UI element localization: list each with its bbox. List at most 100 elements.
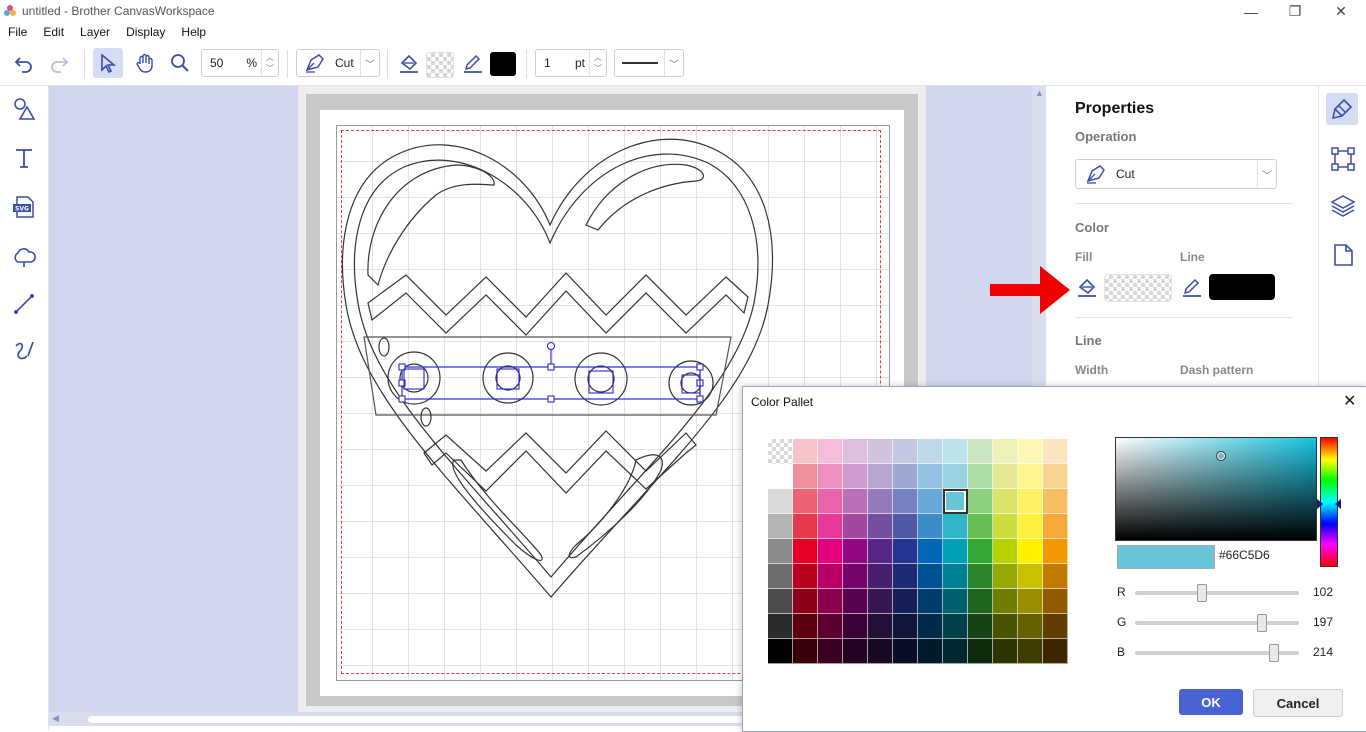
horizontal-scroll-thumb[interactable] [88,716,748,723]
color-swatch[interactable] [918,539,943,564]
color-swatch[interactable] [918,564,943,589]
color-swatch[interactable] [993,564,1018,589]
color-swatch[interactable] [843,464,868,489]
color-swatch[interactable] [893,464,918,489]
fill-color-button[interactable] [1075,275,1099,299]
color-swatch[interactable] [943,639,968,664]
color-swatch[interactable] [943,564,968,589]
color-swatch[interactable] [768,514,793,539]
color-swatch[interactable] [818,589,843,614]
color-swatch[interactable] [918,489,943,514]
color-swatch[interactable] [793,489,818,514]
shapes-tool-button[interactable] [9,94,39,124]
color-swatch[interactable] [793,464,818,489]
color-swatch[interactable] [818,489,843,514]
color-swatch[interactable] [818,514,843,539]
color-swatch[interactable] [1018,589,1043,614]
saturation-brightness-picker[interactable] [1115,437,1317,541]
color-swatch[interactable] [993,514,1018,539]
dash-pattern-dropdown[interactable]: ﹀ [614,49,684,77]
redo-button[interactable] [44,48,74,78]
color-swatch[interactable] [968,539,993,564]
color-swatch[interactable] [968,564,993,589]
select-tool-button[interactable] [93,48,123,78]
transform-tab-button[interactable] [1330,146,1356,172]
hue-pointer-icon[interactable] [1317,499,1341,509]
color-swatch[interactable] [1018,464,1043,489]
color-swatch[interactable] [768,589,793,614]
color-swatch[interactable] [918,589,943,614]
color-swatch[interactable] [793,589,818,614]
color-swatch[interactable] [868,639,893,664]
color-swatch[interactable] [968,489,993,514]
color-swatch[interactable] [943,539,968,564]
r-slider[interactable] [1135,591,1299,595]
menu-file[interactable]: File [0,23,35,43]
color-swatch[interactable] [843,439,868,464]
color-swatch[interactable] [1018,514,1043,539]
color-swatch[interactable] [1043,439,1068,464]
color-swatch[interactable] [943,489,968,514]
color-swatch[interactable] [768,489,793,514]
color-swatch[interactable] [918,464,943,489]
color-swatch[interactable] [968,464,993,489]
color-swatch[interactable] [793,639,818,664]
color-swatch[interactable] [943,439,968,464]
text-tool-button[interactable] [9,143,39,173]
color-swatch[interactable] [843,614,868,639]
svg-import-button[interactable]: SVG [9,192,39,222]
color-swatch[interactable] [793,514,818,539]
color-swatch[interactable] [1018,539,1043,564]
scroll-left-icon[interactable]: ◀ [52,713,59,724]
color-swatch[interactable] [893,614,918,639]
color-swatch[interactable] [793,614,818,639]
color-swatch[interactable] [1043,589,1068,614]
menu-help[interactable]: Help [173,23,214,43]
operation-select[interactable]: Cut ﹀ [1075,159,1277,189]
g-slider[interactable] [1135,621,1299,625]
color-swatch[interactable] [918,439,943,464]
color-swatch[interactable] [943,589,968,614]
color-swatch[interactable] [968,439,993,464]
color-swatch[interactable] [793,439,818,464]
color-swatch[interactable] [993,464,1018,489]
undo-button[interactable] [9,48,39,78]
color-swatch[interactable] [968,639,993,664]
color-swatch[interactable] [918,614,943,639]
line-width-stepper-arrows[interactable]: ︿ ﹀ [589,50,606,76]
color-swatch[interactable] [993,589,1018,614]
color-swatch[interactable] [993,539,1018,564]
b-slider-thumb[interactable] [1268,644,1279,662]
color-swatch[interactable] [768,639,793,664]
line-color-swatch[interactable] [1209,274,1275,300]
color-swatch[interactable] [893,564,918,589]
zoom-tool-button[interactable] [165,48,195,78]
page-tab-button[interactable] [1330,242,1356,268]
zoom-stepper[interactable]: 50 % ︿ ﹀ [201,49,279,77]
color-swatch[interactable] [1018,639,1043,664]
fill-color-swatch[interactable] [426,52,454,78]
color-swatch[interactable] [968,514,993,539]
color-swatch[interactable] [893,439,918,464]
close-window-button[interactable]: ✕ [1318,0,1364,23]
color-swatch[interactable] [843,514,868,539]
color-swatch[interactable] [893,489,918,514]
color-swatch[interactable] [943,464,968,489]
menu-display[interactable]: Display [118,23,173,43]
ok-button[interactable]: OK [1179,689,1243,715]
color-swatch[interactable] [868,614,893,639]
color-swatch[interactable] [993,439,1018,464]
color-swatch[interactable] [1018,439,1043,464]
color-swatch[interactable] [1043,489,1068,514]
color-swatch[interactable] [843,639,868,664]
color-swatch[interactable] [1018,489,1043,514]
picker-cursor[interactable] [1216,451,1226,461]
color-swatch[interactable] [968,614,993,639]
restore-button[interactable]: ❐ [1272,0,1318,23]
color-swatch[interactable] [818,614,843,639]
color-swatch[interactable] [868,539,893,564]
line-color-swatch[interactable] [490,52,516,76]
color-swatch[interactable] [1018,614,1043,639]
color-swatch[interactable] [868,589,893,614]
color-swatch[interactable] [843,589,868,614]
